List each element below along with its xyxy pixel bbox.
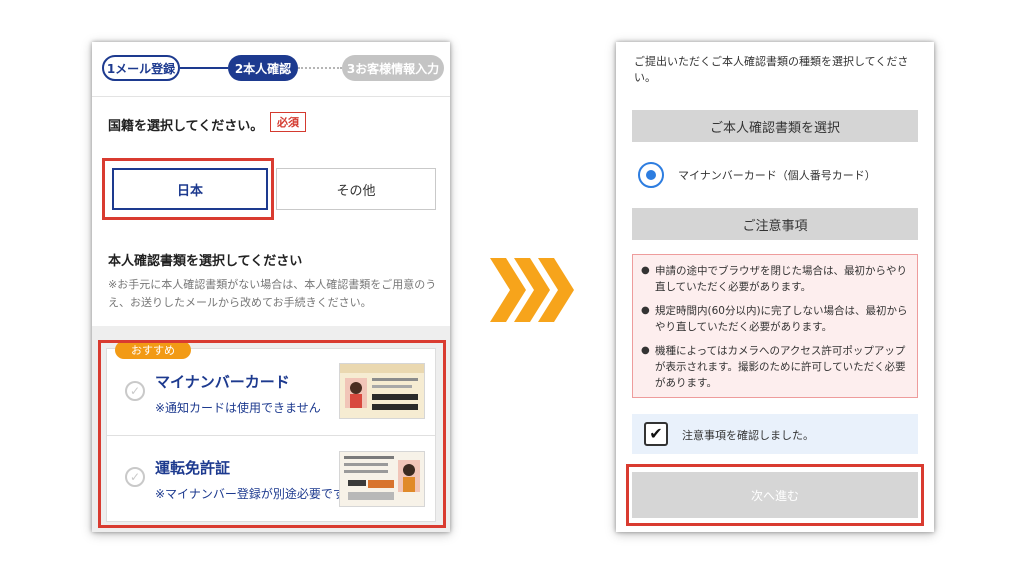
left-phone-screen: 1メール登録 2本人確認 3お客様情報入力 国籍を選択してください。 必須 日本… [92,42,450,532]
warning-note: ● 機種によってはカメラへのアクセス許可ポップアップが表示されます。撮影のために… [641,345,906,389]
warning-note: ● 申請の途中でブラウザを閉じた場合は、最初からやり直していただく必要があります… [641,265,907,293]
document-heading: 本人確認書類を選択してください [108,254,303,269]
required-badge: 必須 [270,112,306,132]
radio-button[interactable] [638,162,664,188]
bullet-icon: ● [641,345,650,356]
bullet-icon: ● [641,265,650,276]
triple-chevron-right-icon [490,258,574,322]
progress-stepper: 1メール登録 2本人確認 3お客様情報入力 [92,42,450,96]
nationality-heading: 国籍を選択してください。 [108,119,264,134]
right-phone-screen: ご提出いただくご本人確認書類の種類を選択してください。 ご本人確認書類を選択 マ… [616,42,934,532]
section-doc-title: ご本人確認書類を選択 [632,110,918,142]
next-button[interactable]: 次へ進む [632,472,918,518]
step-identity-verification: 2本人確認 [228,55,298,81]
warning-notes-box: ● 申請の途中でブラウザを閉じた場合は、最初からやり直していただく必要があります… [632,254,918,398]
stepper-line-completed [180,67,228,69]
step-customer-info: 3お客様情報入力 [342,55,444,81]
warning-note: ● 規定時間内(60分以内)に完了しない場合は、最初からやり直していただく必要が… [641,305,908,333]
step-email-registration: 1メール登録 [102,55,180,81]
stepper-line-pending [298,67,342,69]
radio-selected-dot [646,170,656,180]
nationality-japan-button[interactable]: 日本 [112,168,268,210]
highlight-frame [98,340,446,528]
intro-text: ご提出いただくご本人確認書類の種類を選択してください。 [634,55,909,84]
document-note: ※お手元に本人確認書類がない場合は、本人確認書類をご用意のうえ、お送りしたメール… [108,278,437,309]
divider [92,96,450,97]
checkbox-checked-icon[interactable]: ✔ [644,422,668,446]
confirm-label: 注意事項を確認しました。 [682,429,814,442]
bullet-icon: ● [641,305,650,316]
nationality-other-button[interactable]: その他 [276,168,436,210]
confirm-notes-row[interactable]: ✔ 注意事項を確認しました。 [632,414,918,454]
selected-document-label[interactable]: マイナンバーカード（個人番号カード） [678,167,876,183]
section-notes-title: ご注意事項 [632,208,918,240]
